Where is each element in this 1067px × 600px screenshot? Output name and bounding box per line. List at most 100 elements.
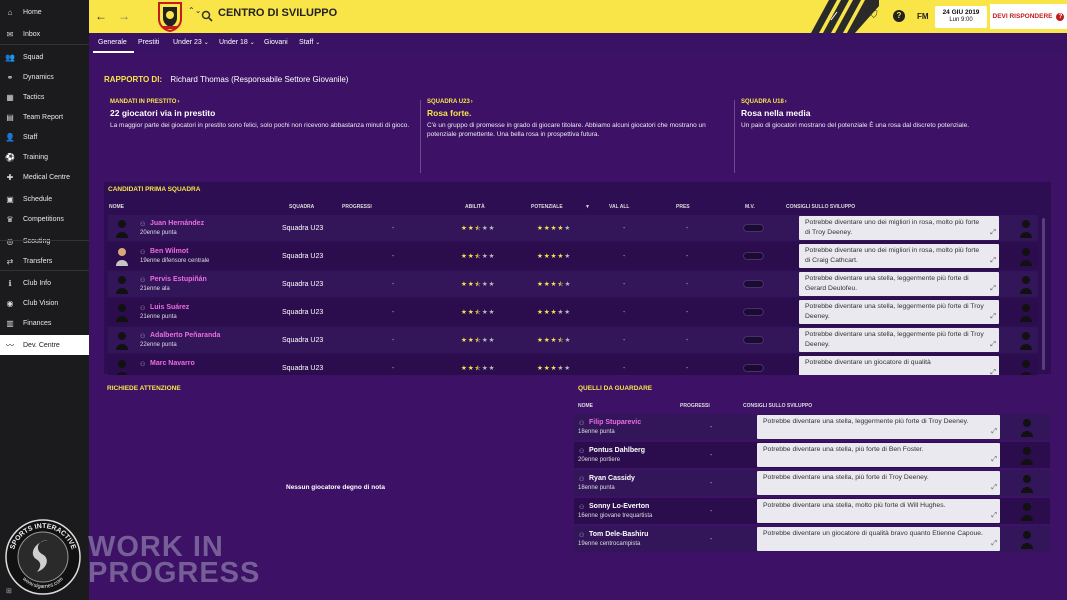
player-name[interactable]: Tom Dele-Bashiru xyxy=(589,531,648,538)
sidebar-item-club-vision[interactable]: ◉ Club Vision xyxy=(0,293,89,313)
average-rating-toggle[interactable] xyxy=(743,364,764,372)
respond-button[interactable]: DEVI RISPONDERE ? xyxy=(990,4,1067,29)
tab-under-23[interactable]: Under 23 ⌄ xyxy=(173,39,209,46)
player-name[interactable]: Luis Suárez xyxy=(150,304,189,311)
average-rating-toggle[interactable] xyxy=(743,336,764,344)
column-header-1[interactable]: SQUADRA xyxy=(289,204,314,210)
sidebar-item-dev-centre[interactable]: 〰 Dev. Centre xyxy=(0,335,89,355)
development-advice[interactable]: Potrebbe diventare una stella, leggermen… xyxy=(799,328,999,352)
player-name[interactable]: Sonny Lo-Everton xyxy=(589,503,649,510)
tab-giovani[interactable]: Giovani xyxy=(264,39,288,46)
player-name[interactable]: Juan Hernández xyxy=(150,220,204,227)
development-advice[interactable]: Potrebbe diventare uno dei migliori in r… xyxy=(799,216,999,240)
player-name[interactable]: Pervis Estupiñán xyxy=(150,276,207,283)
sidebar-item-scouting[interactable]: ◎ Scouting xyxy=(0,231,89,251)
sidebar-item-squad[interactable]: 👥 Squad xyxy=(0,47,89,67)
date-display[interactable]: 24 GIU 2019 Lun 9:00 xyxy=(935,6,987,28)
watch-row[interactable]: ⚇ Filip Stuparevic 18enne punta - Potrebbe d… xyxy=(574,414,1050,440)
watch-column-header-0[interactable]: NOME xyxy=(578,403,593,409)
back-arrow-icon[interactable]: ← xyxy=(95,9,107,23)
watch-row[interactable]: ⚇ Tom Dele-Bashiru 19enne centrocampista - P… xyxy=(574,526,1050,552)
open-icon[interactable]: ⤢ xyxy=(990,256,996,266)
sidebar-item-dynamics[interactable]: ⚭ Dynamics xyxy=(0,67,89,87)
sidebar-item-medical-centre[interactable]: ✚ Medical Centre xyxy=(0,167,89,187)
tab-staff[interactable]: Staff ⌄ xyxy=(299,39,320,46)
open-icon[interactable]: ⤢ xyxy=(990,368,996,375)
candidate-row[interactable]: ⚇ Pervis Estupiñán 21enne ala Squadra U23 - ★… xyxy=(108,271,1038,297)
column-header-3[interactable]: ABILITÀ xyxy=(465,204,485,210)
sidebar-item-club-info[interactable]: ℹ Club Info xyxy=(0,273,89,293)
player-name[interactable]: Adalberto Peñaranda xyxy=(150,332,220,339)
sidebar-item-staff[interactable]: 👤 Staff xyxy=(0,127,89,147)
watch-row[interactable]: ⚇ Pontus Dahlberg 20enne portiere - Potrebbe… xyxy=(574,442,1050,468)
development-advice[interactable]: Potrebbe diventare un giocatore di quali… xyxy=(757,527,1000,551)
column-header-7[interactable]: M.V. xyxy=(745,204,755,210)
open-icon[interactable]: ⤢ xyxy=(991,511,997,521)
average-rating-toggle[interactable] xyxy=(743,308,764,316)
candidate-row[interactable]: ⚇ Ben Wilmot 19enne difensore centrale Squa… xyxy=(108,243,1038,269)
player-name[interactable]: Ben Wilmot xyxy=(150,248,188,255)
player-name[interactable]: Filip Stuparevic xyxy=(589,419,641,426)
open-icon[interactable]: ⤢ xyxy=(990,228,996,238)
sidebar-item-training[interactable]: ⚽ Training xyxy=(0,147,89,167)
sidebar-item-home[interactable]: ⌂ Home xyxy=(0,2,89,22)
sidebar-item-team-report[interactable]: ▤ Team Report xyxy=(0,107,89,127)
sidebar-item-tactics[interactable]: ▦ Tactics xyxy=(0,87,89,107)
sidebar-item-competitions[interactable]: ♛ Competitions xyxy=(0,209,89,229)
column-header-2[interactable]: PROGRESSI xyxy=(342,204,372,210)
development-advice[interactable]: Potrebbe diventare una stella, leggermen… xyxy=(799,272,999,296)
tab-under-18[interactable]: Under 18 ⌄ xyxy=(219,39,255,46)
column-header-6[interactable]: PRES xyxy=(676,204,690,210)
club-badge-icon[interactable] xyxy=(157,1,183,32)
development-advice[interactable]: Potrebbe diventare una stella, leggermen… xyxy=(757,415,1000,439)
open-icon[interactable]: ⤢ xyxy=(990,284,996,294)
open-icon[interactable]: ⤢ xyxy=(991,455,997,465)
tab-prestiti[interactable]: Prestiti xyxy=(138,39,159,46)
watch-column-header-2[interactable]: CONSIGLI SULLO SVILUPPO xyxy=(743,403,812,409)
watch-row[interactable]: ⚇ Ryan Cassidy 18enne punta - Potrebbe diven… xyxy=(574,470,1050,496)
average-rating-toggle[interactable] xyxy=(743,280,764,288)
open-icon[interactable]: ⤢ xyxy=(991,539,997,549)
open-icon[interactable]: ⤢ xyxy=(991,483,997,493)
development-advice[interactable]: Potrebbe diventare un giocatore di quali… xyxy=(799,356,999,375)
candidates-scrollbar[interactable] xyxy=(1042,218,1045,370)
average-rating-toggle[interactable] xyxy=(743,252,764,260)
player-name[interactable]: Ryan Cassidy xyxy=(589,475,635,482)
development-advice[interactable]: Potrebbe diventare una stella, leggermen… xyxy=(799,300,999,324)
tab-generale[interactable]: Generale xyxy=(98,39,127,46)
open-icon[interactable]: ⤢ xyxy=(990,312,996,322)
fm-menu-button[interactable]: FM xyxy=(917,12,929,21)
candidate-row[interactable]: ⚇ Adalberto Peñaranda 22enne punta Squadra … xyxy=(108,327,1038,353)
open-icon[interactable]: ⤢ xyxy=(991,427,997,437)
sidebar-item-inbox[interactable]: ✉ Inbox xyxy=(0,24,89,44)
player-name[interactable]: Marc Navarro xyxy=(150,360,195,367)
column-header-4[interactable]: POTENZIALE xyxy=(531,204,563,210)
candidate-row[interactable]: ⚇ Juan Hernández 20enne punta Squadra U23 - ★… xyxy=(108,215,1038,241)
summary-category-link[interactable]: SQUADRA U23› xyxy=(427,99,727,105)
watch-row[interactable]: ⚇ Sonny Lo-Everton 16enne giovane trequart… xyxy=(574,498,1050,524)
help-icon[interactable]: ? xyxy=(893,10,905,22)
watch-column-header-1[interactable]: PROGRESSI xyxy=(680,403,710,409)
development-advice[interactable]: Potrebbe diventare una stella, più forte… xyxy=(757,471,1000,495)
column-header-8[interactable]: CONSIGLI SULLO SVILUPPO xyxy=(786,204,855,210)
sidebar-item-transfers[interactable]: ⇄ Transfers xyxy=(0,251,89,271)
column-header-5[interactable]: VAL ALL xyxy=(609,204,629,210)
forward-arrow-icon[interactable]: → xyxy=(118,9,130,23)
sort-arrow-icon[interactable]: ▼ xyxy=(585,204,590,210)
candidate-row[interactable]: ⚇ Luis Suárez 21enne punta Squadra U23 - ★★⯪★… xyxy=(108,299,1038,325)
column-header-0[interactable]: NOME xyxy=(109,204,124,210)
sidebar-item-finances[interactable]: ▥ Finances xyxy=(0,313,89,333)
report-author[interactable]: Richard Thomas (Responsabile Settore Gio… xyxy=(170,75,348,84)
development-advice[interactable]: Potrebbe diventare una stella, più forte… xyxy=(757,443,1000,467)
club-shield-icon[interactable]: ⛉ xyxy=(870,10,878,21)
bottom-settings-icon[interactable]: ⊞ xyxy=(6,587,12,595)
open-icon[interactable]: ⤢ xyxy=(990,340,996,350)
development-advice[interactable]: Potrebbe diventare uno dei migliori in r… xyxy=(799,244,999,268)
average-rating-toggle[interactable] xyxy=(743,224,764,232)
chevron-updown-icon[interactable]: ⌃⌄ xyxy=(188,6,201,15)
summary-category-link[interactable]: MANDATI IN PRESTITO› xyxy=(110,99,410,105)
sidebar-item-schedule[interactable]: ▣ Schedule xyxy=(0,189,89,209)
player-name[interactable]: Pontus Dahlberg xyxy=(589,447,645,454)
search-icon[interactable] xyxy=(201,10,213,22)
summary-category-link[interactable]: SQUADRA U18› xyxy=(741,99,1041,105)
